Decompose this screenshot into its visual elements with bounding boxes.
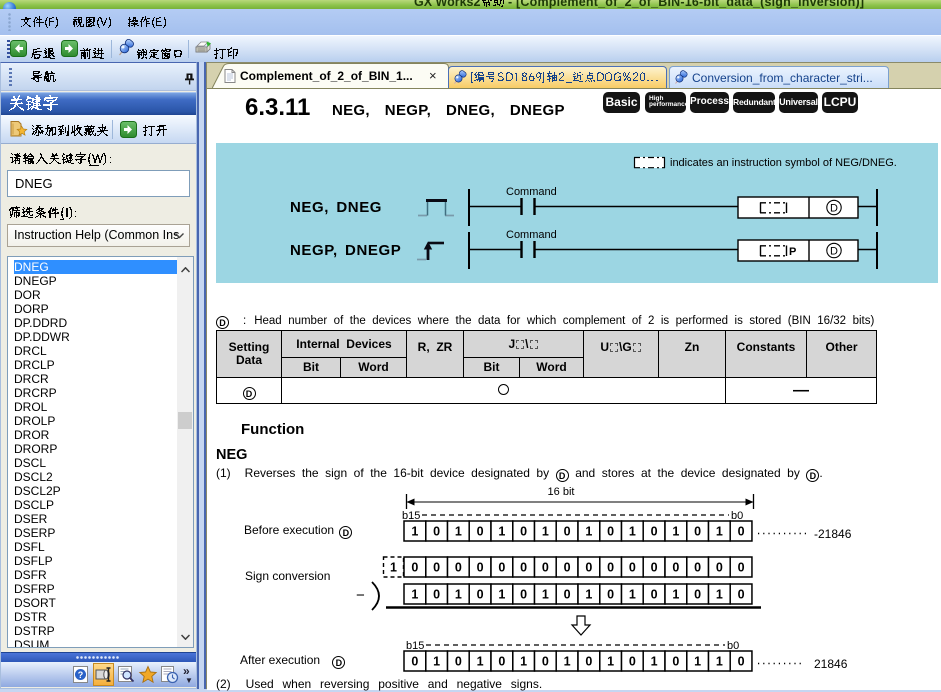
svg-text:b15: b15 [402,510,420,522]
svg-text:1: 1 [520,655,527,669]
svg-text:0: 0 [520,525,527,539]
svg-text:0: 0 [629,655,636,669]
svg-text:1: 1 [629,588,636,602]
svg-text:0: 0 [477,561,484,575]
svg-text:0: 0 [651,588,658,602]
svg-text:0: 0 [433,588,440,602]
svg-text:1: 1 [411,525,418,539]
svg-text:1: 1 [672,525,679,539]
svg-text:indicates an instruction symbo: indicates an instruction symbol of NEG/D… [670,157,897,169]
svg-text:0: 0 [542,655,549,669]
svg-text:0: 0 [455,561,462,575]
svg-text:1: 1 [716,655,723,669]
svg-text:1: 1 [651,655,658,669]
svg-text:−: − [356,587,365,604]
svg-text:1: 1 [585,525,592,539]
svg-text:1: 1 [694,655,701,669]
svg-text:1: 1 [542,588,549,602]
svg-text:0: 0 [607,588,614,602]
svg-text:NEG, DNEG: NEG, DNEG [290,199,382,216]
svg-text:0: 0 [694,588,701,602]
svg-text:0: 0 [520,588,527,602]
svg-text:0: 0 [411,655,418,669]
svg-text:0: 0 [607,525,614,539]
svg-text:0: 0 [694,561,701,575]
svg-text:0: 0 [498,655,505,669]
svg-text:0: 0 [564,525,571,539]
svg-text:1: 1 [477,655,484,669]
svg-text:1: 1 [716,525,723,539]
svg-text:0: 0 [738,561,745,575]
svg-text:1: 1 [498,525,505,539]
svg-text:0: 0 [651,561,658,575]
svg-text:0: 0 [694,525,701,539]
svg-text:?: ? [78,670,84,680]
svg-text:1: 1 [629,525,636,539]
svg-text:0: 0 [716,561,723,575]
svg-text:0: 0 [629,561,636,575]
svg-text:D: D [830,246,838,258]
svg-text:0: 0 [477,588,484,602]
svg-text:0: 0 [672,561,679,575]
svg-text:0: 0 [498,561,505,575]
svg-text:0: 0 [542,561,549,575]
svg-text:1: 1 [564,655,571,669]
svg-text:b0: b0 [727,640,739,652]
svg-text:16 bit: 16 bit [548,486,575,498]
svg-text:0: 0 [564,561,571,575]
svg-text:P: P [789,246,796,258]
svg-text:1: 1 [433,655,440,669]
svg-text:1: 1 [716,588,723,602]
svg-text:0: 0 [672,655,679,669]
svg-text:b0: b0 [731,510,743,522]
svg-text:0: 0 [738,588,745,602]
svg-text:1: 1 [672,588,679,602]
svg-text:0: 0 [455,655,462,669]
svg-text:1: 1 [542,525,549,539]
svg-text:0: 0 [585,655,592,669]
svg-text:0: 0 [651,525,658,539]
svg-text:1: 1 [455,525,462,539]
svg-text:Command: Command [506,229,557,241]
svg-text:0: 0 [564,588,571,602]
svg-text:D: D [830,203,838,215]
svg-text:NEGP, DNEGP: NEGP, DNEGP [290,242,401,259]
svg-text:-21846: -21846 [814,527,852,541]
svg-text:0: 0 [477,525,484,539]
svg-text:b15: b15 [406,640,424,652]
svg-text:0: 0 [520,561,527,575]
svg-text:0: 0 [585,561,592,575]
svg-text:0: 0 [738,655,745,669]
svg-text:0: 0 [433,561,440,575]
svg-text:0: 0 [738,525,745,539]
svg-text:0: 0 [607,561,614,575]
svg-text:1: 1 [390,561,397,575]
svg-text:0: 0 [433,525,440,539]
svg-text:21846: 21846 [814,657,848,671]
svg-text:0: 0 [411,561,418,575]
svg-text:1: 1 [607,655,614,669]
svg-text:1: 1 [411,588,418,602]
svg-text:1: 1 [585,588,592,602]
svg-text:1: 1 [498,588,505,602]
svg-text:Command: Command [506,186,557,198]
svg-text:1: 1 [455,588,462,602]
